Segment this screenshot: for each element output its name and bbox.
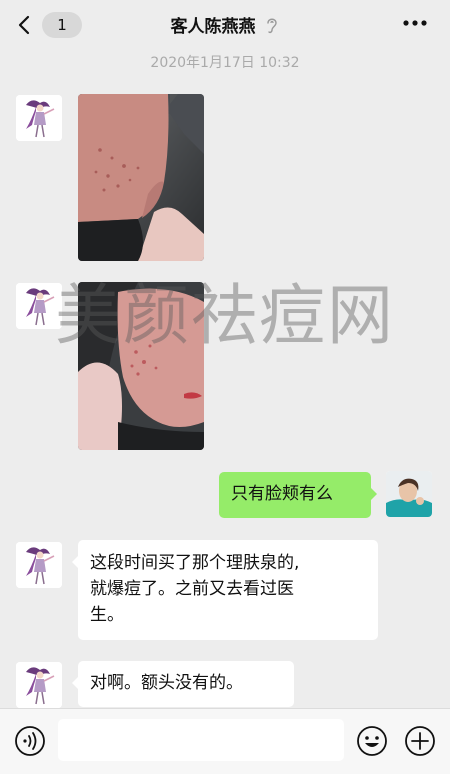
message-timestamp: 2020年1月17日 10:32 (150, 55, 300, 71)
customer-avatar[interactable] (16, 542, 62, 588)
message-photo[interactable] (78, 94, 204, 261)
my-avatar[interactable] (386, 471, 432, 517)
anime-girl-avatar-icon (16, 662, 62, 708)
message-text: 只有脸颊有么 (231, 484, 333, 504)
mute-ear-icon (267, 18, 278, 34)
anime-girl-avatar-icon (16, 283, 62, 329)
watermark-text: 美颜祛痘网 (55, 277, 395, 354)
message-input[interactable] (58, 719, 344, 761)
customer-avatar[interactable] (16, 662, 62, 708)
plus-icon[interactable] (404, 725, 436, 757)
woman-photo-avatar-icon (386, 471, 432, 517)
my-message-bubble[interactable]: 只有脸颊有么 (219, 472, 377, 518)
anime-girl-avatar-icon (16, 95, 62, 141)
customer-message-bubble[interactable]: 这段时间买了那个理肤泉的, 就爆痘了。之前又去看过医 生。 (72, 540, 378, 640)
chat-title-text: 客人陈燕燕 (170, 17, 256, 37)
message-text: 对啊。额头没有的。 (90, 673, 243, 693)
customer-avatar[interactable] (16, 95, 62, 141)
message-text-line: 这段时间买了那个理肤泉的, (90, 553, 300, 573)
cheek-photo-1 (78, 94, 204, 261)
chat-title: 客人陈燕燕 (0, 12, 450, 37)
emoji-icon[interactable] (356, 725, 388, 757)
message-composer (0, 708, 450, 774)
customer-message-bubble[interactable]: 对啊。额头没有的。 (72, 661, 294, 707)
anime-girl-avatar-icon (16, 542, 62, 588)
voice-icon[interactable] (14, 725, 46, 757)
message-photo[interactable] (78, 282, 204, 450)
more-dots-icon[interactable] (402, 12, 428, 34)
customer-avatar[interactable] (16, 283, 62, 329)
chat-header: 1 客人陈燕燕 (0, 0, 450, 48)
message-text-line: 生。 (90, 605, 124, 625)
cheek-photo-2 (78, 282, 204, 450)
message-text-line: 就爆痘了。之前又去看过医 (90, 579, 294, 599)
